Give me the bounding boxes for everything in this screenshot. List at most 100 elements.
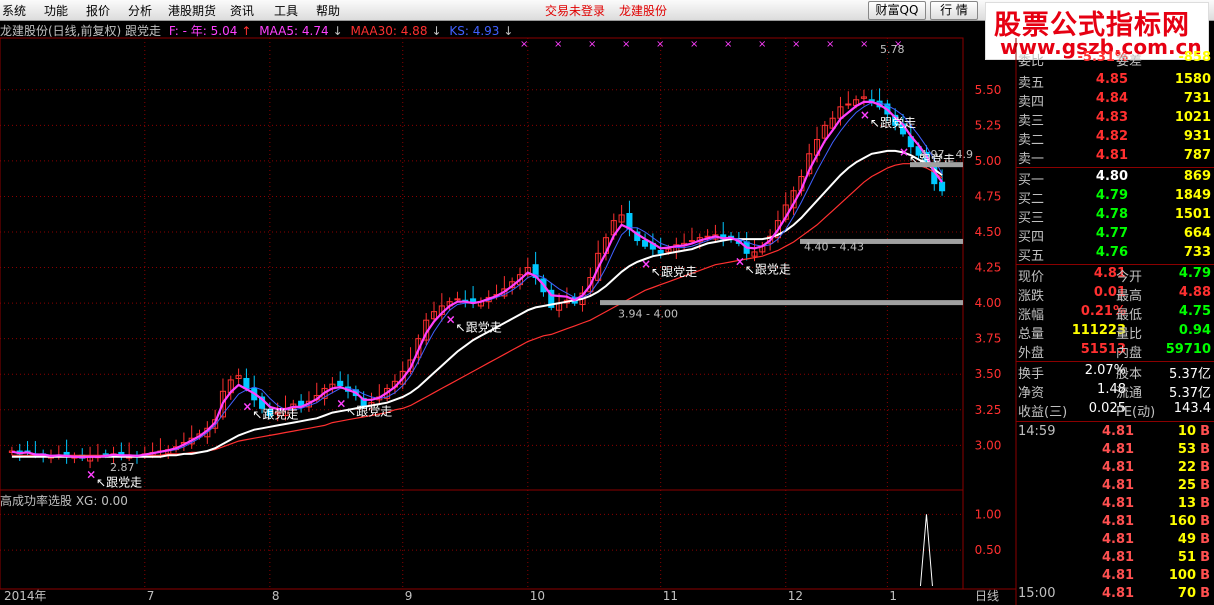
- tick-volume: 13: [1177, 496, 1196, 511]
- candle-body: [939, 181, 946, 192]
- ks-line: [11, 102, 943, 458]
- tick-volume: 160: [1168, 514, 1196, 529]
- stat-value: 4.79: [1178, 266, 1211, 281]
- stat-label: 现价: [1018, 270, 1045, 285]
- stat-row: 换手 2.07% 股本 5.37亿: [1016, 363, 1214, 382]
- signal-x-marker: ×: [446, 313, 456, 327]
- top-x-marker: ×: [724, 39, 732, 50]
- signal-x-marker: ×: [735, 254, 745, 268]
- tick-side: B: [1200, 460, 1210, 475]
- x-tick-label: 9: [405, 589, 413, 603]
- bid-row: 买四 4.77 664: [1016, 226, 1214, 245]
- maa5-line: [11, 100, 943, 459]
- tick-side: B: [1200, 550, 1210, 565]
- bid-row: 买三 4.78 1501: [1016, 207, 1214, 226]
- signal-x-marker: ×: [242, 399, 252, 413]
- signal-label: ↖跟党走: [745, 261, 791, 276]
- stat-label: 换手: [1018, 367, 1045, 382]
- signal-x-marker: ×: [860, 108, 870, 122]
- bid-price: 4.76: [1095, 245, 1128, 260]
- ask-level-label: 卖四: [1018, 95, 1045, 110]
- ask-price: 4.81: [1095, 148, 1128, 163]
- tick-side: B: [1200, 568, 1210, 583]
- bid-row: 买一 4.80 869: [1016, 169, 1214, 188]
- y-tick-label: 3.75: [975, 332, 1002, 346]
- ask-level-label: 卖一: [1018, 152, 1045, 167]
- support-band: [600, 300, 963, 306]
- x-tick-label: 11: [663, 589, 678, 603]
- stat-row: 涨幅 0.21% 最低 4.75: [1016, 304, 1214, 323]
- x-tick-label: 2014年: [4, 589, 47, 603]
- y-tick-label: 5.00: [975, 154, 1002, 168]
- signal-x-marker: ×: [899, 145, 909, 159]
- bid-ask-diff-label: 委差: [1116, 54, 1143, 69]
- stat-label: 今开: [1116, 270, 1143, 285]
- stat-label: 流通: [1116, 386, 1143, 401]
- bid-level-label: 买三: [1018, 211, 1045, 226]
- tick-time: 15:00: [1018, 586, 1056, 601]
- tick-side: B: [1200, 532, 1210, 547]
- x-tick-label: 1: [889, 589, 897, 603]
- x-tick-label: 8: [272, 589, 280, 603]
- tick-row: 4.81 53 B: [1016, 442, 1214, 461]
- bid-level-label: 买二: [1018, 192, 1045, 207]
- y-tick-label: 3.00: [975, 438, 1002, 452]
- signal-label: ↖跟党走: [346, 404, 392, 419]
- tick-row: 4.81 22 B: [1016, 460, 1214, 479]
- signal-label: ↖跟党走: [96, 475, 142, 490]
- top-x-marker: ×: [758, 39, 766, 50]
- stat-value: 0.94: [1178, 323, 1211, 338]
- y-tick-label: 4.00: [975, 296, 1002, 310]
- tick-price: 4.81: [1102, 442, 1135, 457]
- bid-row: 买二 4.79 1849: [1016, 188, 1214, 207]
- stat-label: PE(动): [1116, 405, 1156, 420]
- stat-label: 量比: [1116, 327, 1143, 342]
- x-tick-label: 12: [788, 589, 803, 603]
- stat-label: 涨跌: [1018, 289, 1045, 304]
- top-x-marker: ×: [826, 39, 834, 50]
- x-tick-label: 10: [530, 589, 545, 603]
- ask-volume: 1021: [1174, 110, 1211, 125]
- support-band: [910, 162, 963, 168]
- ask-level-label: 卖二: [1018, 133, 1045, 148]
- candle-body: [657, 249, 664, 254]
- stat-row: 总量 111223 量比 0.94: [1016, 323, 1214, 342]
- tick-price: 4.81: [1102, 424, 1135, 439]
- ask-level-label: 卖三: [1018, 114, 1045, 129]
- tick-side: B: [1200, 442, 1210, 457]
- tick-side: B: [1200, 424, 1210, 439]
- candle-body: [642, 240, 649, 247]
- signal-x-marker: ×: [86, 468, 96, 482]
- stat-value: 4.75: [1178, 304, 1211, 319]
- tick-volume: 100: [1168, 568, 1196, 583]
- tick-row: 15:00 4.81 70 B: [1016, 586, 1214, 605]
- stat-label: 最高: [1116, 289, 1143, 304]
- bid-level-label: 买五: [1018, 249, 1045, 264]
- candle-body: [688, 240, 695, 243]
- bid-price: 4.79: [1095, 188, 1128, 203]
- stat-row: 净资 1.48 流通 5.37亿: [1016, 382, 1214, 401]
- tick-price: 4.81: [1102, 586, 1135, 601]
- ask-price: 4.85: [1095, 72, 1128, 87]
- tick-row: 4.81 13 B: [1016, 496, 1214, 515]
- tick-row: 4.81 100 B: [1016, 568, 1214, 587]
- bid-level-label: 买四: [1018, 230, 1045, 245]
- stat-label: 收益(三): [1018, 405, 1068, 420]
- signal-label: ↖跟党走: [252, 406, 298, 421]
- ask-volume: 931: [1183, 129, 1211, 144]
- top-x-marker: ×: [520, 39, 528, 50]
- signal-label: ↖跟党走: [456, 320, 502, 335]
- tick-row: 4.81 51 B: [1016, 550, 1214, 569]
- ask-row: 卖二 4.82 931: [1016, 129, 1214, 148]
- signal-x-marker: ×: [336, 397, 346, 411]
- stat-label: 涨幅: [1018, 308, 1045, 323]
- sub-indicator-label: 高成功率选股 XG: 0.00: [0, 494, 128, 508]
- y-tick-label: 3.25: [975, 403, 1002, 417]
- tick-time: 14:59: [1018, 424, 1056, 439]
- tick-volume: 49: [1177, 532, 1196, 547]
- top-x-marker: ×: [622, 39, 630, 50]
- y-tick-label: 3.50: [975, 367, 1002, 381]
- range-label: 4.40 - 4.43: [804, 240, 864, 253]
- tick-volume: 53: [1177, 442, 1196, 457]
- y-tick-label: 4.75: [975, 189, 1002, 203]
